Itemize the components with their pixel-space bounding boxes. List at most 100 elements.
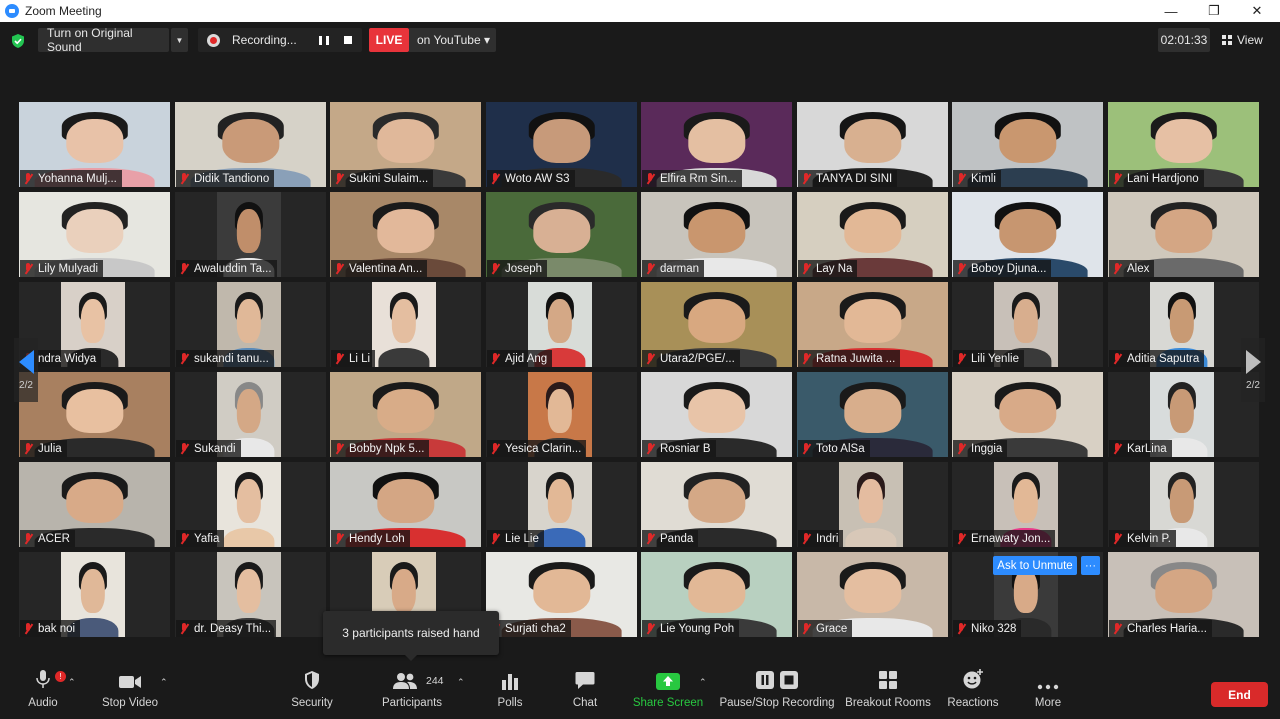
audio-options-caret-icon[interactable]: ⌃	[68, 677, 76, 688]
participant-tile[interactable]: Woto AW S3	[486, 102, 637, 187]
participant-tile[interactable]: ACER	[19, 462, 170, 547]
participant-tile[interactable]: sukandi tanu...	[175, 282, 326, 367]
more-button[interactable]: More	[1028, 663, 1068, 719]
participant-tile[interactable]: Ajid Ang	[486, 282, 637, 367]
participants-options-caret-icon[interactable]: ⌃	[457, 677, 465, 688]
participant-tile[interactable]: KarLina	[1108, 372, 1259, 457]
participant-tile[interactable]: Valentina An...	[330, 192, 481, 277]
participant-tile[interactable]: Toto AlSa	[797, 372, 948, 457]
livestream-youtube-dropdown[interactable]: on YouTube ▾	[409, 28, 496, 52]
participant-tile[interactable]: Lay Na	[797, 192, 948, 277]
participant-tile[interactable]: Lie Lie	[486, 462, 637, 547]
participant-name: Li Li	[349, 352, 371, 365]
participant-tile[interactable]: Aditia Saputra	[1108, 282, 1259, 367]
participant-tile[interactable]: Surjati cha2	[486, 552, 637, 637]
muted-mic-icon	[645, 442, 655, 455]
participant-tile[interactable]: Alex	[1108, 192, 1259, 277]
original-sound-button[interactable]: Turn on Original Sound	[38, 26, 169, 54]
participant-tile[interactable]: Ernawaty Jon...	[952, 462, 1103, 547]
participant-tile[interactable]: Didik Tandiono	[175, 102, 326, 187]
participant-tile[interactable]: Awaluddin Ta...	[175, 192, 326, 277]
muted-mic-icon	[956, 532, 966, 545]
tile-more-options-button[interactable]: ···	[1081, 556, 1100, 575]
muted-mic-icon	[1112, 172, 1122, 185]
participant-tile[interactable]: Julia	[19, 372, 170, 457]
participant-tile[interactable]: Yohanna Mulj...	[19, 102, 170, 187]
participant-tile[interactable]: Kelvin P.	[1108, 462, 1259, 547]
minimize-button[interactable]: —	[1151, 0, 1191, 22]
participant-face	[376, 209, 435, 254]
muted-mic-icon	[1112, 622, 1122, 635]
participant-tile[interactable]: Yafia	[175, 462, 326, 547]
participant-tile[interactable]: Sukini Sulaim...	[330, 102, 481, 187]
participant-tile[interactable]: darman	[641, 192, 792, 277]
security-shield-icon	[305, 671, 319, 689]
participant-tile[interactable]: ndra Widya	[19, 282, 170, 367]
participant-face	[376, 119, 435, 164]
participant-face	[376, 389, 435, 434]
participant-tile[interactable]: Grace	[797, 552, 948, 637]
participant-tile[interactable]: Charles Haria...	[1108, 552, 1259, 637]
pause-recording-icon[interactable]	[319, 36, 329, 45]
share-screen-options-caret-icon[interactable]: ⌃	[699, 677, 707, 688]
chat-button[interactable]: Chat	[566, 663, 604, 719]
participant-face	[532, 569, 591, 614]
page-indicator-right: 2/2	[1246, 379, 1260, 391]
participant-tile[interactable]: Lili Yenlie	[952, 282, 1103, 367]
close-button[interactable]: ✕	[1237, 0, 1277, 22]
reactions-button[interactable]: Reactions	[946, 663, 1000, 719]
view-button[interactable]: View	[1222, 28, 1263, 52]
participant-tile[interactable]: Boboy Djuna...	[952, 192, 1103, 277]
share-screen-button[interactable]: Share Screen	[632, 663, 704, 719]
pause-stop-recording-button[interactable]: Pause/Stop Recording	[719, 663, 835, 719]
participant-tile[interactable]: Bobby Npk 5...	[330, 372, 481, 457]
end-meeting-button[interactable]: End	[1211, 682, 1268, 707]
participant-tile[interactable]: Joseph	[486, 192, 637, 277]
participant-tile[interactable]: TANYA DI SINI	[797, 102, 948, 187]
participant-name: Alex	[1127, 262, 1150, 275]
restore-button[interactable]: ❐	[1194, 0, 1234, 22]
breakout-rooms-button[interactable]: Breakout Rooms	[845, 663, 931, 719]
participant-tile[interactable]: Utara2/PGE/...	[641, 282, 792, 367]
security-button[interactable]: Security	[287, 663, 337, 719]
audio-button[interactable]: ! Audio	[24, 663, 66, 719]
participant-tile[interactable]: Lani Hardjono	[1108, 102, 1259, 187]
participant-body	[378, 348, 430, 367]
participant-name-tag: Ajid Ang	[487, 350, 553, 367]
participant-tile[interactable]: Panda	[641, 462, 792, 547]
participant-name-tag: Lili Yenlie	[953, 350, 1024, 367]
muted-mic-icon	[23, 622, 33, 635]
participant-name-tag: Surjati cha2	[487, 620, 571, 637]
participant-tile[interactable]: Rosniar B	[641, 372, 792, 457]
original-sound-dropdown[interactable]: ▼	[171, 28, 188, 52]
participant-tile[interactable]: Kimli	[952, 102, 1103, 187]
participant-name: Ratna Juwita ...	[816, 352, 896, 365]
participant-tile[interactable]: bak noi	[19, 552, 170, 637]
next-page-button[interactable]: 2/2	[1241, 338, 1265, 402]
participant-name: Lili Yenlie	[971, 352, 1019, 365]
participant-tile[interactable]: Hendy Loh	[330, 462, 481, 547]
video-options-caret-icon[interactable]: ⌃	[160, 677, 168, 688]
participant-tile[interactable]: Lie Young Poh	[641, 552, 792, 637]
participant-tile[interactable]: Sukandi	[175, 372, 326, 457]
participant-face	[687, 119, 746, 164]
participant-tile[interactable]: Lily Mulyadi	[19, 192, 170, 277]
participant-tile[interactable]: Elfira Rm Sin...	[641, 102, 792, 187]
participant-name-tag: Yesica Clarin...	[487, 440, 587, 457]
participant-name-tag: Lie Lie	[487, 530, 544, 547]
participants-button[interactable]: 244 Participants	[380, 663, 444, 719]
stop-video-button[interactable]: Stop Video	[100, 663, 160, 719]
participant-tile[interactable]: Indri	[797, 462, 948, 547]
previous-page-button[interactable]: 2/2	[14, 338, 38, 402]
stop-recording-icon[interactable]	[344, 36, 352, 44]
ask-to-unmute-button[interactable]: Ask to Unmute	[993, 556, 1077, 575]
participant-face	[998, 119, 1057, 164]
participant-tile[interactable]: Yesica Clarin...	[486, 372, 637, 457]
participant-name-tag: Panda	[642, 530, 699, 547]
polls-button[interactable]: Polls	[490, 663, 530, 719]
participant-tile[interactable]: Ratna Juwita ...	[797, 282, 948, 367]
encryption-shield-icon[interactable]	[10, 33, 26, 49]
participant-tile[interactable]: Li Li	[330, 282, 481, 367]
participant-tile[interactable]: dr. Deasy Thi...	[175, 552, 326, 637]
participant-tile[interactable]: Inggia	[952, 372, 1103, 457]
